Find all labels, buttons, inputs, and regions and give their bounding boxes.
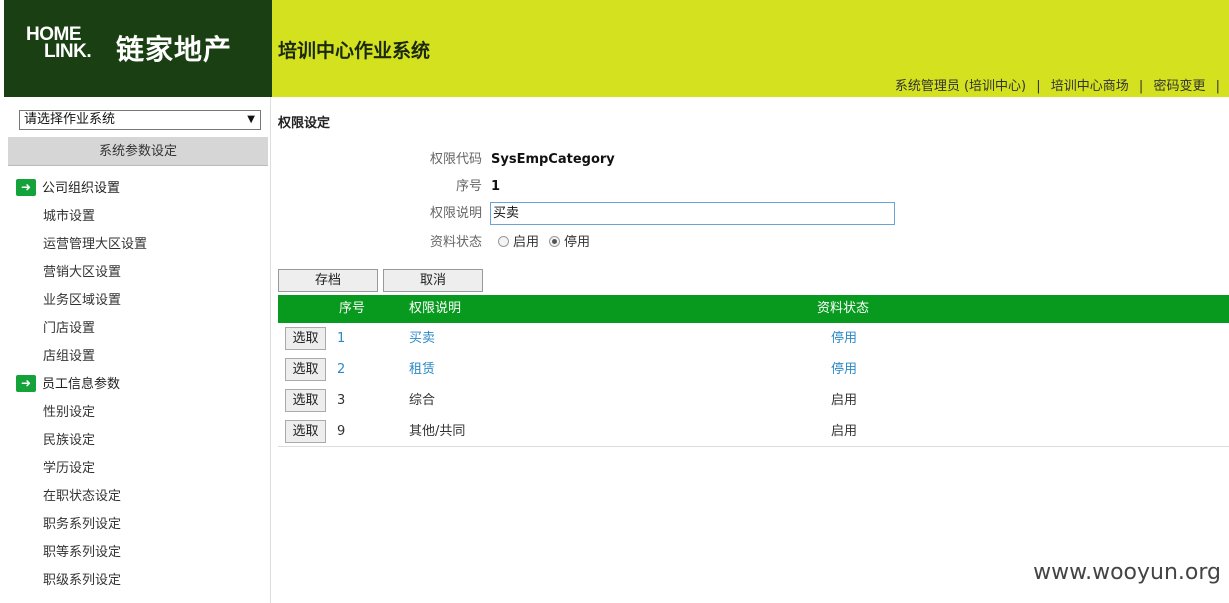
dropdown-arrow-icon: ▼ xyxy=(247,114,255,125)
password-change-link[interactable]: 密码变更 xyxy=(1153,79,1205,94)
menu-item-education[interactable]: 学历设定 xyxy=(4,455,269,483)
header-status: 资料状态 xyxy=(817,301,870,316)
desc-label: 权限说明 xyxy=(429,206,482,221)
table-row: 选取 1 买卖 停用 xyxy=(278,323,1229,354)
status-label: 资料状态 xyxy=(429,235,482,250)
status-off-label[interactable]: 停用 xyxy=(564,235,590,250)
desc-input[interactable]: 买卖 xyxy=(490,202,895,225)
menu-item-operation-region[interactable]: 运营管理大区设置 xyxy=(4,231,269,259)
row-status: 启用 xyxy=(831,393,858,408)
menu-item-level-series[interactable]: 职级系列设定 xyxy=(4,567,269,595)
menu-group-employee[interactable]: ➜ 员工信息参数 xyxy=(4,371,269,399)
row-seq: 3 xyxy=(337,393,346,408)
sidebar: 请选择作业系统 ▼ 系统参数设定 ➜ 公司组织设置 城市设置 运营管理大区设置 营… xyxy=(4,97,271,603)
system-select-value: 请选择作业系统 xyxy=(24,112,116,127)
main-content: 权限设定 权限代码 SysEmpCategory 序号 1 权限说明 买卖 资料… xyxy=(272,97,1229,603)
mall-link[interactable]: 培训中心商场 xyxy=(1051,79,1129,94)
menu-item-city[interactable]: 城市设置 xyxy=(4,203,269,231)
system-select[interactable]: 请选择作业系统 ▼ xyxy=(19,110,261,130)
header-seq: 序号 xyxy=(339,301,366,316)
row-status: 启用 xyxy=(831,424,858,439)
row-status[interactable]: 停用 xyxy=(831,354,857,385)
table-row: 选取 9 其他/共同 启用 xyxy=(278,416,1229,447)
logo-link-text: LINK. xyxy=(44,41,92,62)
row-desc[interactable]: 买卖 xyxy=(409,323,435,354)
row-seq[interactable]: 1 xyxy=(337,323,345,354)
menu-item-position-series[interactable]: 职务系列设定 xyxy=(4,511,269,539)
arrow-right-icon: ➜ xyxy=(16,179,36,196)
homelink-logo-mark: HOME LINK. xyxy=(26,25,92,62)
pick-button[interactable]: 选取 xyxy=(285,358,326,381)
table-row: 选取 3 综合 启用 xyxy=(278,385,1229,416)
logo-chinese-name: 链家地产 xyxy=(116,33,233,66)
arrow-right-icon: ➜ xyxy=(16,375,36,392)
status-off-radio[interactable] xyxy=(549,236,561,247)
row-seq[interactable]: 2 xyxy=(337,354,345,385)
seq-value: 1 xyxy=(491,179,501,194)
user-link[interactable]: 系统管理员 (培训中心) xyxy=(895,79,1026,94)
section-title: 权限设定 xyxy=(278,116,331,131)
row-desc: 综合 xyxy=(409,393,436,408)
menu-item-marketing-region[interactable]: 营销大区设置 xyxy=(4,259,269,287)
link-separator: | xyxy=(1215,79,1220,94)
menu-item-business-area[interactable]: 业务区域设置 xyxy=(4,287,269,315)
watermark: www.wooyun.org xyxy=(1033,560,1221,585)
top-links: 系统管理员 (培训中心) | 培训中心商场 | 密码变更 | xyxy=(892,75,1223,94)
status-radio-group: 启用 停用 xyxy=(498,231,590,255)
link-separator: | xyxy=(1138,79,1144,94)
row-status[interactable]: 停用 xyxy=(831,323,857,354)
menu-item-grade-series[interactable]: 职等系列设定 xyxy=(4,539,269,567)
param-section-header[interactable]: 系统参数设定 xyxy=(8,137,268,166)
link-separator: | xyxy=(1036,79,1041,94)
menu-group-company[interactable]: ➜ 公司组织设置 xyxy=(4,175,269,203)
row-desc[interactable]: 租赁 xyxy=(409,354,435,385)
top-banner: 培训中心作业系统 系统管理员 (培训中心) | 培训中心商场 | 密码变更 | xyxy=(272,0,1229,97)
pick-button[interactable]: 选取 xyxy=(285,389,326,412)
permission-grid: 序号 权限说明 资料状态 选取 1 买卖 停用 选取 2 租赁 停用 选取 3 … xyxy=(278,295,1229,447)
code-value: SysEmpCategory xyxy=(491,152,615,167)
row-desc: 其他/共同 xyxy=(409,424,466,439)
row-seq: 9 xyxy=(337,424,346,439)
seq-label: 序号 xyxy=(455,179,482,194)
menu-item-store-group[interactable]: 店组设置 xyxy=(4,343,269,371)
menu-item-gender[interactable]: 性别设定 xyxy=(4,399,269,427)
menu-item-employment-status[interactable]: 在职状态设定 xyxy=(4,483,269,511)
status-on-radio[interactable] xyxy=(498,236,509,247)
sidebar-menu: ➜ 公司组织设置 城市设置 运营管理大区设置 营销大区设置 业务区域设置 门店设置… xyxy=(4,175,269,595)
menu-group-label: 公司组织设置 xyxy=(42,181,121,196)
menu-group-label: 员工信息参数 xyxy=(42,377,121,392)
grid-header: 序号 权限说明 资料状态 xyxy=(278,295,1229,323)
app-title: 培训中心作业系统 xyxy=(278,40,431,62)
pick-button[interactable]: 选取 xyxy=(285,420,326,443)
pick-button[interactable]: 选取 xyxy=(285,327,326,350)
logo: HOME LINK. 链家地产 xyxy=(4,0,272,97)
header-desc: 权限说明 xyxy=(409,301,462,316)
code-label: 权限代码 xyxy=(429,152,482,167)
menu-item-store[interactable]: 门店设置 xyxy=(4,315,269,343)
table-row: 选取 2 租赁 停用 xyxy=(278,354,1229,385)
menu-item-ethnicity[interactable]: 民族设定 xyxy=(4,427,269,455)
cancel-button[interactable]: 取消 xyxy=(383,269,483,292)
save-button[interactable]: 存档 xyxy=(278,269,378,292)
status-on-label[interactable]: 启用 xyxy=(513,235,539,250)
